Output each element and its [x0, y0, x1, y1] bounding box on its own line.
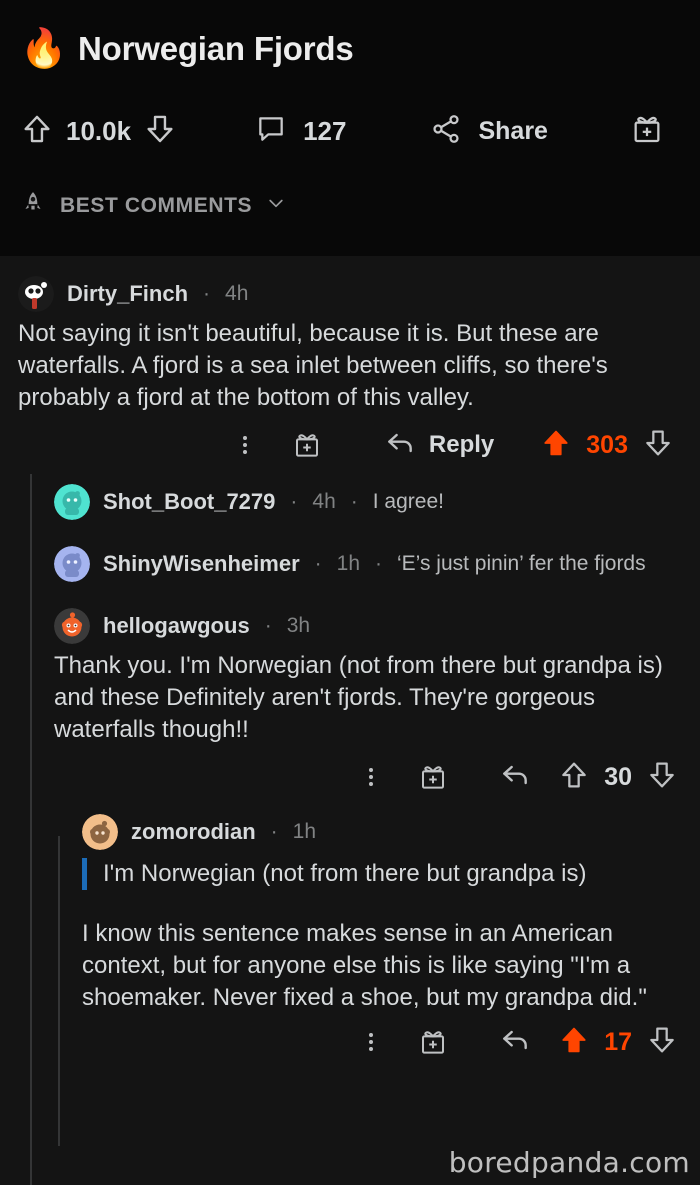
post-award-button[interactable]: [630, 112, 664, 151]
comment-action-row: 30: [54, 746, 686, 808]
collapsed-comment[interactable]: Shot_Boot_7279 · 4h · I agree!: [0, 482, 700, 522]
comment-username[interactable]: Shot_Boot_7279: [103, 489, 275, 515]
reddit-comments-screen: 🔥 Norwegian Fjords 10.0k 127 Share BEST …: [0, 0, 700, 1185]
downvote-arrow-icon[interactable]: [642, 427, 674, 464]
award-gift-icon[interactable]: [394, 1027, 472, 1057]
chevron-down-icon[interactable]: [266, 193, 286, 218]
comment-body: Thank you. I'm Norwegian (not from there…: [54, 652, 663, 743]
comment-vote-group: 30: [558, 759, 678, 796]
comment: zomorodian · 1h I'm Norwegian (not from …: [0, 812, 700, 1070]
fire-emoji-icon: 🔥: [20, 28, 68, 70]
separator-dot: ·: [290, 490, 298, 513]
comment-vote-group: 17: [558, 1024, 678, 1061]
collapsed-comment[interactable]: ShinyWisenheimer · 1h · ‘E’s just pinin’…: [0, 544, 700, 584]
avatar[interactable]: [18, 276, 54, 312]
comment-timestamp: 4h: [225, 282, 249, 305]
comment-score: 30: [604, 762, 632, 791]
award-gift-icon[interactable]: [268, 430, 346, 460]
sort-selector[interactable]: BEST COMMENTS: [20, 190, 286, 221]
reply-button[interactable]: [472, 1024, 558, 1061]
comment: hellogawgous · 3h Thank you. I'm Norwegi…: [0, 606, 700, 808]
comment-timestamp: 1h: [292, 820, 317, 843]
sort-bar: [0, 239, 700, 256]
comment-preview: ‘E’s just pinin’ fer the fjords: [397, 552, 646, 575]
comment-timestamp: 4h: [312, 490, 336, 513]
comment-list: Dirty_Finch · 4h Not saying it isn't bea…: [0, 256, 700, 1185]
comment-timestamp: 1h: [336, 552, 360, 575]
comment-body: Not saying it isn't beautiful, because i…: [18, 320, 608, 411]
more-options-icon[interactable]: [222, 433, 268, 457]
comment-username[interactable]: ShinyWisenheimer: [103, 551, 300, 577]
comment-header[interactable]: ShinyWisenheimer · 1h · ‘E’s just pinin’…: [54, 544, 686, 584]
separator-dot: ·: [375, 552, 382, 575]
separator-dot: ·: [264, 614, 272, 637]
comment-thread-root: Dirty_Finch · 4h Not saying it isn't bea…: [0, 274, 700, 476]
downvote-arrow-icon[interactable]: [143, 112, 177, 151]
comment-preview: I agree!: [372, 490, 444, 513]
comment-username[interactable]: Dirty_Finch: [67, 281, 188, 307]
upvote-arrow-icon[interactable]: [20, 112, 54, 151]
reply-button[interactable]: Reply: [384, 427, 494, 464]
upvote-arrow-icon[interactable]: [558, 1024, 590, 1061]
avatar[interactable]: [54, 546, 90, 582]
post-share-label: Share: [478, 116, 548, 145]
comment-header[interactable]: hellogawgous · 3h: [54, 606, 686, 646]
post-title: Norwegian Fjords: [78, 30, 354, 67]
reply-label: Reply: [428, 431, 495, 458]
avatar[interactable]: [54, 608, 90, 644]
reply-button[interactable]: [472, 759, 558, 796]
post-vote-group: 10.0k: [20, 112, 177, 151]
award-gift-icon: [630, 112, 664, 151]
reply-arrow-icon: [499, 1024, 531, 1061]
comment-header[interactable]: Dirty_Finch · 4h: [18, 274, 682, 314]
comment-body: I know this sentence makes sense in an A…: [82, 920, 647, 1011]
comment-header[interactable]: Shot_Boot_7279 · 4h · I agree!: [54, 482, 686, 522]
post-title-row: 🔥 Norwegian Fjords: [20, 16, 680, 82]
award-gift-icon[interactable]: [394, 762, 472, 792]
separator-dot: ·: [350, 490, 358, 513]
comment-score: 303: [586, 430, 628, 459]
comment-username[interactable]: zomorodian: [131, 819, 256, 845]
post-comment-count: 127: [303, 115, 347, 146]
comment-action-row: 17: [82, 1014, 686, 1070]
reply-arrow-icon: [499, 759, 531, 796]
post-comments-button[interactable]: 127: [255, 113, 346, 150]
separator-dot: ·: [270, 820, 278, 843]
comment-blockquote: I'm Norwegian (not from there but grandp…: [82, 858, 686, 890]
avatar[interactable]: [82, 814, 118, 850]
upvote-arrow-icon[interactable]: [558, 759, 590, 796]
avatar[interactable]: [54, 484, 90, 520]
separator-dot: ·: [314, 552, 322, 575]
rocket-icon: [20, 190, 46, 221]
comment-username[interactable]: hellogawgous: [103, 613, 250, 639]
downvote-arrow-icon[interactable]: [646, 759, 678, 796]
comment-vote-group: 303: [540, 427, 674, 464]
upvote-arrow-icon[interactable]: [540, 427, 572, 464]
post-score: 10.0k: [66, 115, 132, 146]
sort-label: BEST COMMENTS: [60, 193, 253, 217]
separator-dot: ·: [203, 282, 211, 305]
comment-action-row: Reply 303: [18, 414, 682, 476]
downvote-arrow-icon[interactable]: [646, 1024, 678, 1061]
more-options-icon[interactable]: [348, 1030, 394, 1054]
comment-score: 17: [604, 1027, 632, 1056]
comment-timestamp: 3h: [286, 614, 311, 637]
comment-bubble-icon: [255, 113, 287, 150]
share-nodes-icon: [430, 113, 462, 150]
post-share-button[interactable]: Share: [430, 113, 548, 150]
more-options-icon[interactable]: [348, 765, 394, 789]
reply-arrow-icon: [384, 427, 416, 464]
post-action-bar: 10.0k 127 Share: [20, 82, 680, 170]
comment-header[interactable]: zomorodian · 1h: [82, 812, 686, 852]
watermark: boredpanda.com: [448, 1146, 690, 1179]
